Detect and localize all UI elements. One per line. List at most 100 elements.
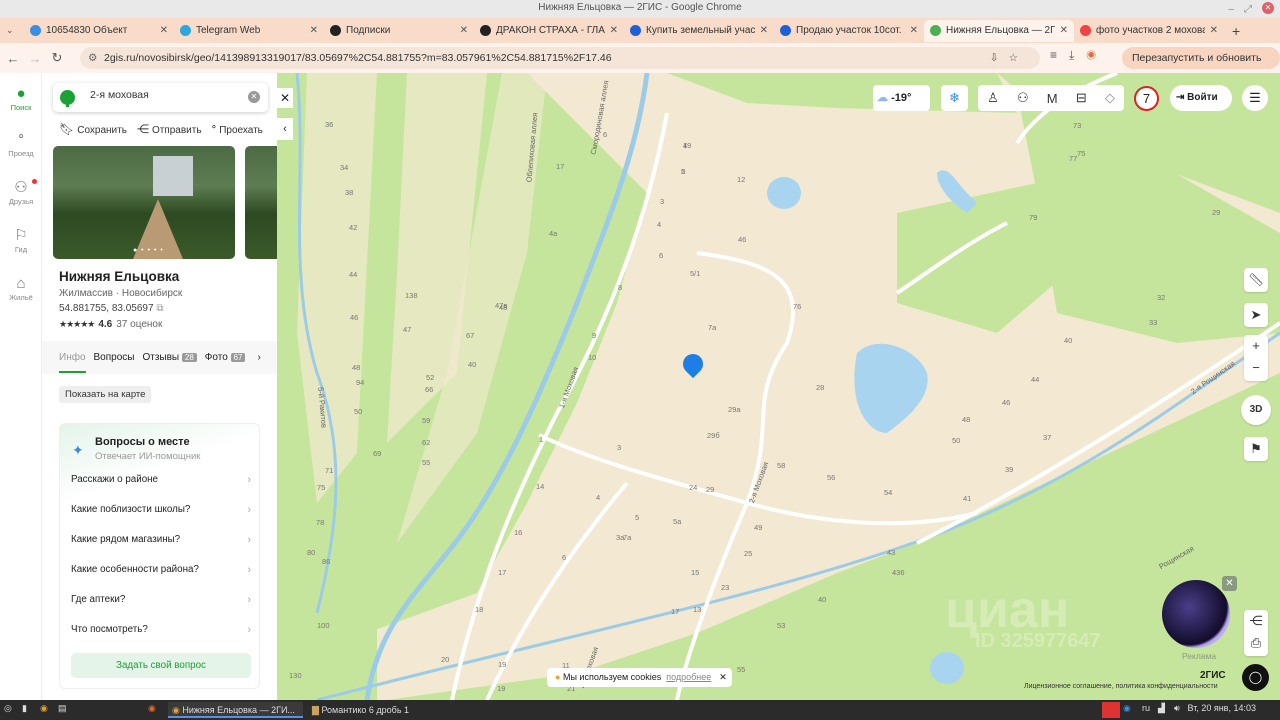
browser-tab[interactable]: Telegram Web ✕ — [174, 20, 324, 42]
metro-layer-icon[interactable]: M — [1047, 91, 1058, 106]
house-number[interactable]: 58 — [777, 461, 785, 470]
chat-button[interactable]: ◯ — [1242, 664, 1269, 691]
house-number[interactable]: 59 — [422, 416, 430, 425]
reviews-link[interactable]: 37 оценок — [116, 319, 162, 330]
house-number[interactable]: 13 — [693, 605, 701, 614]
house-number[interactable]: 42 — [349, 223, 357, 232]
notification-badge[interactable]: 7 — [1134, 86, 1159, 111]
terminal-icon[interactable]: ▮ — [22, 703, 27, 714]
rail-search[interactable]: ● Поиск — [0, 85, 42, 112]
back-button[interactable]: ← — [2, 51, 24, 66]
files-icon[interactable]: ▤ — [58, 703, 67, 714]
house-number[interactable]: 39 — [1005, 465, 1013, 474]
house-number[interactable]: 56 — [827, 473, 835, 482]
house-number[interactable]: 14 — [536, 482, 544, 491]
house-number[interactable]: 50 — [952, 436, 960, 445]
house-number[interactable]: 29а — [728, 405, 741, 414]
house-number[interactable]: 29 — [1212, 208, 1220, 217]
house-number[interactable]: 3 — [660, 197, 664, 206]
house-number[interactable]: 55 — [737, 665, 745, 674]
house-number[interactable]: 69 — [373, 449, 381, 458]
house-number[interactable]: 1 — [539, 435, 543, 444]
map-canvas[interactable]: 1 2 3 4 6 7а 8 9 10 5/1 46 76 28 29а 29б 58 56 54 50 48 46 44… — [277, 73, 1280, 700]
house-number[interactable]: 36 — [325, 120, 333, 129]
house-number[interactable]: 17 — [671, 607, 679, 616]
house-number[interactable]: 100 — [317, 621, 330, 630]
start-menu-icon[interactable]: ◎ — [4, 703, 12, 714]
browser-tab[interactable]: 10654830 Объект ✕ — [24, 20, 174, 42]
house-number[interactable]: 8 — [618, 283, 622, 292]
house-number[interactable]: 29 — [706, 485, 714, 494]
house-number[interactable]: 4 — [596, 493, 600, 502]
minimize-button[interactable]: – — [1228, 2, 1234, 18]
question-item[interactable]: Где аптеки? › — [71, 594, 251, 606]
house-number[interactable]: 44 — [1031, 375, 1039, 384]
rail-friends[interactable]: ⚇ Друзья — [0, 179, 42, 206]
house-number[interactable]: 49 — [754, 523, 762, 532]
question-item[interactable]: Что посмотреть? › — [71, 624, 251, 636]
house-number[interactable]: 49 — [683, 141, 691, 150]
house-number[interactable]: 52 — [426, 373, 434, 382]
house-number[interactable]: 75 — [317, 483, 325, 492]
firefox-icon[interactable]: ◉ — [148, 703, 156, 714]
question-item[interactable]: Расскажи о районе › — [71, 474, 251, 486]
close-panel-button[interactable]: ✕ — [277, 88, 293, 108]
house-number[interactable]: 23 — [721, 583, 729, 592]
ad-banner-logo[interactable] — [1162, 580, 1230, 648]
site-settings-icon[interactable]: ⚙ — [88, 47, 97, 69]
print-icon[interactable]: ⎙ — [1244, 632, 1268, 654]
house-number[interactable]: 5 — [681, 167, 685, 176]
tab-questions[interactable]: Вопросы — [94, 341, 135, 374]
login-button[interactable]: ⇥ Войти — [1170, 85, 1232, 111]
house-number[interactable]: 67 — [466, 331, 474, 340]
house-number[interactable]: 28 — [816, 383, 824, 392]
restart-update-button[interactable]: Перезапустить и обновить ⋮ — [1122, 47, 1280, 86]
volume-icon[interactable]: 🔊︎ — [1174, 703, 1180, 714]
tray-app-icon[interactable] — [1102, 702, 1120, 718]
taskbar-window-chrome[interactable]: ◉ Нижняя Ельцовка — 2ГИ... — [168, 702, 303, 718]
house-number[interactable]: 6 — [562, 553, 566, 562]
clock[interactable]: Вт, 20 янв, 14:03 — [1188, 703, 1257, 713]
house-number[interactable]: 7а — [708, 323, 716, 332]
housing-layer-icon[interactable]: ♙ — [987, 90, 999, 106]
close-tab-icon[interactable]: ✕ — [310, 25, 318, 36]
house-number[interactable]: 4 — [657, 220, 661, 229]
network-icon[interactable]: ▟ — [1158, 703, 1165, 714]
forward-button[interactable]: → — [24, 51, 46, 66]
house-number[interactable]: 10 — [588, 353, 596, 362]
house-number[interactable]: 44 — [349, 270, 357, 279]
house-number[interactable]: 41 — [963, 494, 971, 503]
my-location-button[interactable]: ➤ — [1244, 303, 1268, 327]
cookies-more-link[interactable]: подробнее — [666, 672, 711, 682]
new-tab-button[interactable]: + — [1232, 23, 1240, 39]
house-number[interactable]: 5а — [673, 517, 681, 526]
house-number[interactable]: 17 — [556, 162, 564, 171]
house-number[interactable]: 55 — [422, 458, 430, 467]
friends-layer-icon[interactable]: ⚇ — [1017, 90, 1029, 106]
house-number[interactable]: 130 — [289, 671, 302, 680]
close-tab-icon[interactable]: ✕ — [760, 25, 768, 36]
house-number[interactable]: 71 — [325, 466, 333, 475]
house-number[interactable]: 6 — [603, 130, 607, 139]
house-number[interactable]: 48 — [499, 303, 507, 312]
house-number[interactable]: 18 — [475, 605, 483, 614]
close-ad-button[interactable]: ✕ — [1222, 576, 1237, 591]
house-number[interactable]: 73 — [1073, 121, 1081, 130]
house-number[interactable]: 24 — [689, 483, 697, 492]
place-photo[interactable]: ● • • • • — [53, 146, 235, 259]
copy-icon[interactable]: ⧉ — [156, 303, 163, 314]
house-number[interactable]: 17 — [498, 568, 506, 577]
house-number[interactable]: 6 — [659, 251, 663, 260]
tab-photos[interactable]: Фото 67 — [205, 341, 246, 374]
rail-guide[interactable]: ⚐ Гид — [0, 227, 42, 254]
close-window-button[interactable]: ✕ — [1262, 2, 1274, 14]
browser-tab[interactable]: фото участков 2 мохова ✕ — [1074, 20, 1224, 42]
house-number[interactable]: 53 — [777, 621, 785, 630]
url-input[interactable]: ⚙ 2gis.ru/novosibirsk/geo/14139891331901… — [80, 47, 1040, 69]
share-map-icon[interactable]: ⋲ — [1244, 610, 1268, 632]
collapse-panel-button[interactable]: ‹ — [277, 118, 293, 140]
3d-toggle-button[interactable]: 3D — [1241, 395, 1271, 425]
house-number[interactable]: 48 — [352, 363, 360, 372]
house-number[interactable]: 19 — [497, 684, 505, 693]
tab-search-button[interactable]: ⌄ — [6, 25, 24, 36]
